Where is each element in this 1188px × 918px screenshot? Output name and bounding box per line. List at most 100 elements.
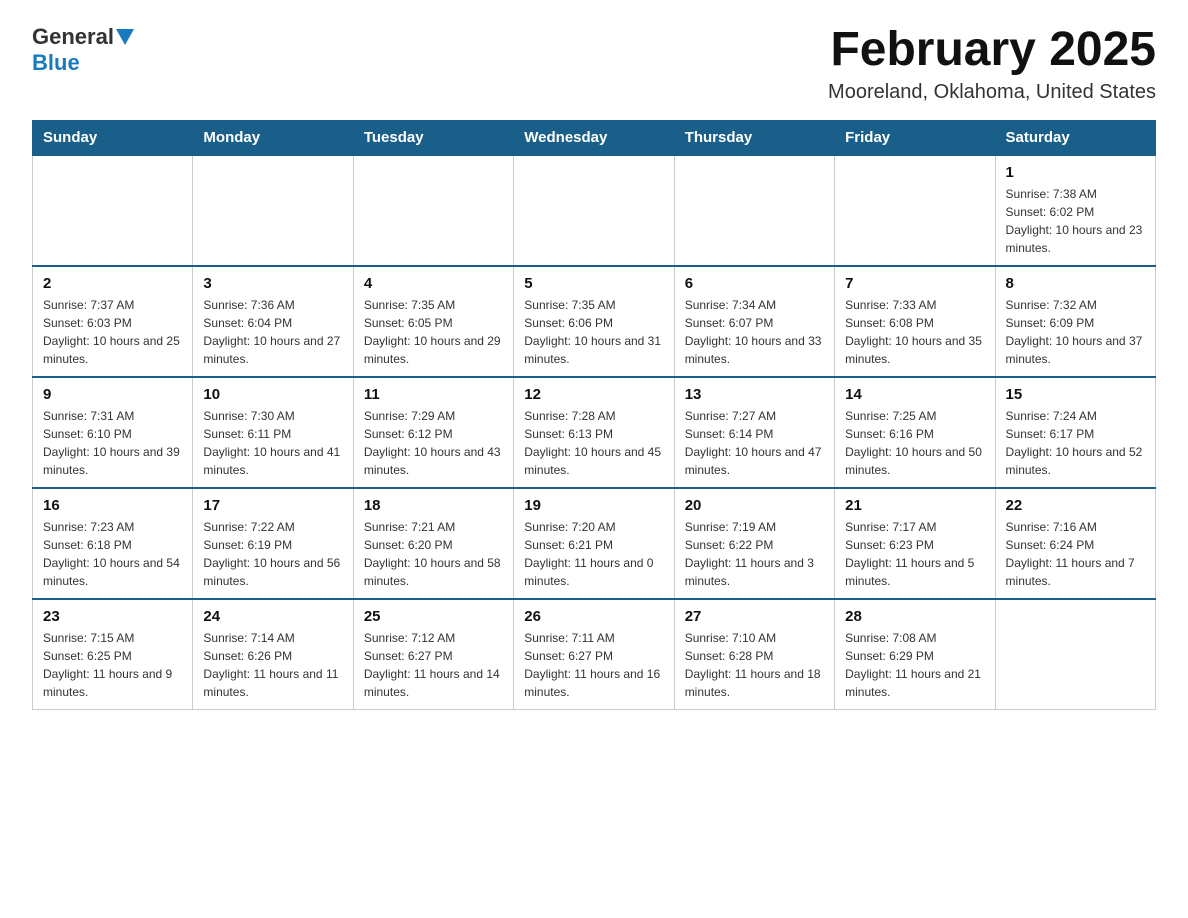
calendar-cell: 1 Sunrise: 7:38 AM Sunset: 6:02 PM Daylig… xyxy=(995,155,1155,266)
day-number: 15 xyxy=(1006,386,1145,403)
day-number: 20 xyxy=(685,497,824,514)
day-header-sunday: Sunday xyxy=(33,120,193,155)
calendar-cell: 16Sunrise: 7:23 AM Sunset: 6:18 PM Dayli… xyxy=(33,488,193,599)
calendar-cell: 19 Sunrise: 7:20 AM Sunset: 6:21 PM Dayli… xyxy=(514,488,674,599)
day-number: 23 xyxy=(43,608,182,625)
calendar-cell xyxy=(514,155,674,266)
day-info: Sunrise: 7:30 AM Sunset: 6:11 PM Dayligh… xyxy=(203,407,342,479)
header: General Blue February 2025 Mooreland, Ok… xyxy=(32,24,1156,104)
calendar-cell: 25Sunrise: 7:12 AM Sunset: 6:27 PM Dayli… xyxy=(353,599,513,710)
location-subtitle: Mooreland, Oklahoma, United States xyxy=(828,81,1156,104)
day-number: 27 xyxy=(685,608,824,625)
day-info: Sunrise: 7:32 AM Sunset: 6:09 PM Dayligh… xyxy=(1006,296,1145,368)
day-info: Sunrise: 7:19 AM Sunset: 6:22 PM Dayligh… xyxy=(685,518,824,590)
day-number: 10 xyxy=(203,386,342,403)
logo-blue-text: Blue xyxy=(32,50,80,76)
title-area: February 2025 Mooreland, Oklahoma, Unite… xyxy=(828,24,1156,104)
day-header-tuesday: Tuesday xyxy=(353,120,513,155)
calendar-cell: 6Sunrise: 7:34 AM Sunset: 6:07 PM Daylig… xyxy=(674,266,834,377)
calendar-cell: 21 Sunrise: 7:17 AM Sunset: 6:23 PM Dayli… xyxy=(835,488,995,599)
day-number: 12 xyxy=(524,386,663,403)
day-info: Sunrise: 7:08 AM Sunset: 6:29 PM Dayligh… xyxy=(845,629,984,701)
calendar-cell: 20 Sunrise: 7:19 AM Sunset: 6:22 PM Dayli… xyxy=(674,488,834,599)
month-title: February 2025 xyxy=(828,24,1156,77)
calendar-week-row: 2 Sunrise: 7:37 AM Sunset: 6:03 PM Daylig… xyxy=(33,266,1156,377)
day-info: Sunrise: 7:12 AM Sunset: 6:27 PM Dayligh… xyxy=(364,629,503,701)
day-info: Sunrise: 7:20 AM Sunset: 6:21 PM Dayligh… xyxy=(524,518,663,590)
day-number: 4 xyxy=(364,275,503,292)
logo: General Blue xyxy=(32,24,134,76)
calendar-cell: 8Sunrise: 7:32 AM Sunset: 6:09 PM Daylig… xyxy=(995,266,1155,377)
day-number: 3 xyxy=(203,275,342,292)
calendar-cell: 14 Sunrise: 7:25 AM Sunset: 6:16 PM Dayli… xyxy=(835,377,995,488)
day-info: Sunrise: 7:21 AM Sunset: 6:20 PM Dayligh… xyxy=(364,518,503,590)
calendar-cell: 4Sunrise: 7:35 AM Sunset: 6:05 PM Daylig… xyxy=(353,266,513,377)
calendar-cell: 26 Sunrise: 7:11 AM Sunset: 6:27 PM Dayli… xyxy=(514,599,674,710)
day-info: Sunrise: 7:25 AM Sunset: 6:16 PM Dayligh… xyxy=(845,407,984,479)
calendar-cell: 7 Sunrise: 7:33 AM Sunset: 6:08 PM Daylig… xyxy=(835,266,995,377)
calendar-cell xyxy=(835,155,995,266)
calendar-week-row: 16Sunrise: 7:23 AM Sunset: 6:18 PM Dayli… xyxy=(33,488,1156,599)
day-info: Sunrise: 7:36 AM Sunset: 6:04 PM Dayligh… xyxy=(203,296,342,368)
day-number: 9 xyxy=(43,386,182,403)
day-number: 21 xyxy=(845,497,984,514)
calendar-cell: 10 Sunrise: 7:30 AM Sunset: 6:11 PM Dayli… xyxy=(193,377,353,488)
calendar-body: 1 Sunrise: 7:38 AM Sunset: 6:02 PM Daylig… xyxy=(33,155,1156,710)
day-info: Sunrise: 7:29 AM Sunset: 6:12 PM Dayligh… xyxy=(364,407,503,479)
day-number: 19 xyxy=(524,497,663,514)
day-number: 11 xyxy=(364,386,503,403)
day-info: Sunrise: 7:38 AM Sunset: 6:02 PM Dayligh… xyxy=(1006,185,1145,257)
day-info: Sunrise: 7:10 AM Sunset: 6:28 PM Dayligh… xyxy=(685,629,824,701)
day-number: 26 xyxy=(524,608,663,625)
calendar-cell xyxy=(193,155,353,266)
day-number: 2 xyxy=(43,275,182,292)
day-number: 22 xyxy=(1006,497,1145,514)
calendar-cell xyxy=(353,155,513,266)
day-header-friday: Friday xyxy=(835,120,995,155)
day-number: 28 xyxy=(845,608,984,625)
calendar-cell: 18 Sunrise: 7:21 AM Sunset: 6:20 PM Dayli… xyxy=(353,488,513,599)
calendar-cell: 24 Sunrise: 7:14 AM Sunset: 6:26 PM Dayli… xyxy=(193,599,353,710)
day-info: Sunrise: 7:31 AM Sunset: 6:10 PM Dayligh… xyxy=(43,407,182,479)
day-header-thursday: Thursday xyxy=(674,120,834,155)
day-number: 6 xyxy=(685,275,824,292)
day-number: 14 xyxy=(845,386,984,403)
day-info: Sunrise: 7:22 AM Sunset: 6:19 PM Dayligh… xyxy=(203,518,342,590)
calendar-week-row: 9 Sunrise: 7:31 AM Sunset: 6:10 PM Daylig… xyxy=(33,377,1156,488)
day-info: Sunrise: 7:17 AM Sunset: 6:23 PM Dayligh… xyxy=(845,518,984,590)
day-number: 1 xyxy=(1006,164,1145,181)
day-info: Sunrise: 7:14 AM Sunset: 6:26 PM Dayligh… xyxy=(203,629,342,701)
logo-general-text: General xyxy=(32,24,114,50)
calendar-cell: 27 Sunrise: 7:10 AM Sunset: 6:28 PM Dayli… xyxy=(674,599,834,710)
calendar-cell: 22 Sunrise: 7:16 AM Sunset: 6:24 PM Dayli… xyxy=(995,488,1155,599)
calendar-cell: 17Sunrise: 7:22 AM Sunset: 6:19 PM Dayli… xyxy=(193,488,353,599)
day-number: 13 xyxy=(685,386,824,403)
day-info: Sunrise: 7:35 AM Sunset: 6:06 PM Dayligh… xyxy=(524,296,663,368)
day-number: 7 xyxy=(845,275,984,292)
calendar-cell: 2 Sunrise: 7:37 AM Sunset: 6:03 PM Daylig… xyxy=(33,266,193,377)
calendar-cell: 12Sunrise: 7:28 AM Sunset: 6:13 PM Dayli… xyxy=(514,377,674,488)
calendar-cell xyxy=(995,599,1155,710)
day-number: 18 xyxy=(364,497,503,514)
day-info: Sunrise: 7:37 AM Sunset: 6:03 PM Dayligh… xyxy=(43,296,182,368)
day-info: Sunrise: 7:16 AM Sunset: 6:24 PM Dayligh… xyxy=(1006,518,1145,590)
day-info: Sunrise: 7:33 AM Sunset: 6:08 PM Dayligh… xyxy=(845,296,984,368)
day-number: 5 xyxy=(524,275,663,292)
day-info: Sunrise: 7:15 AM Sunset: 6:25 PM Dayligh… xyxy=(43,629,182,701)
day-info: Sunrise: 7:27 AM Sunset: 6:14 PM Dayligh… xyxy=(685,407,824,479)
calendar-week-row: 23 Sunrise: 7:15 AM Sunset: 6:25 PM Dayli… xyxy=(33,599,1156,710)
calendar-cell: 15 Sunrise: 7:24 AM Sunset: 6:17 PM Dayli… xyxy=(995,377,1155,488)
day-info: Sunrise: 7:24 AM Sunset: 6:17 PM Dayligh… xyxy=(1006,407,1145,479)
calendar-cell: 3 Sunrise: 7:36 AM Sunset: 6:04 PM Daylig… xyxy=(193,266,353,377)
day-number: 24 xyxy=(203,608,342,625)
logo-triangle-icon xyxy=(116,29,134,47)
calendar-cell: 23 Sunrise: 7:15 AM Sunset: 6:25 PM Dayli… xyxy=(33,599,193,710)
calendar-header: SundayMondayTuesdayWednesdayThursdayFrid… xyxy=(33,120,1156,155)
day-header-monday: Monday xyxy=(193,120,353,155)
day-header-saturday: Saturday xyxy=(995,120,1155,155)
day-number: 16 xyxy=(43,497,182,514)
calendar-cell: 28 Sunrise: 7:08 AM Sunset: 6:29 PM Dayli… xyxy=(835,599,995,710)
calendar-cell xyxy=(674,155,834,266)
day-header-wednesday: Wednesday xyxy=(514,120,674,155)
day-info: Sunrise: 7:11 AM Sunset: 6:27 PM Dayligh… xyxy=(524,629,663,701)
